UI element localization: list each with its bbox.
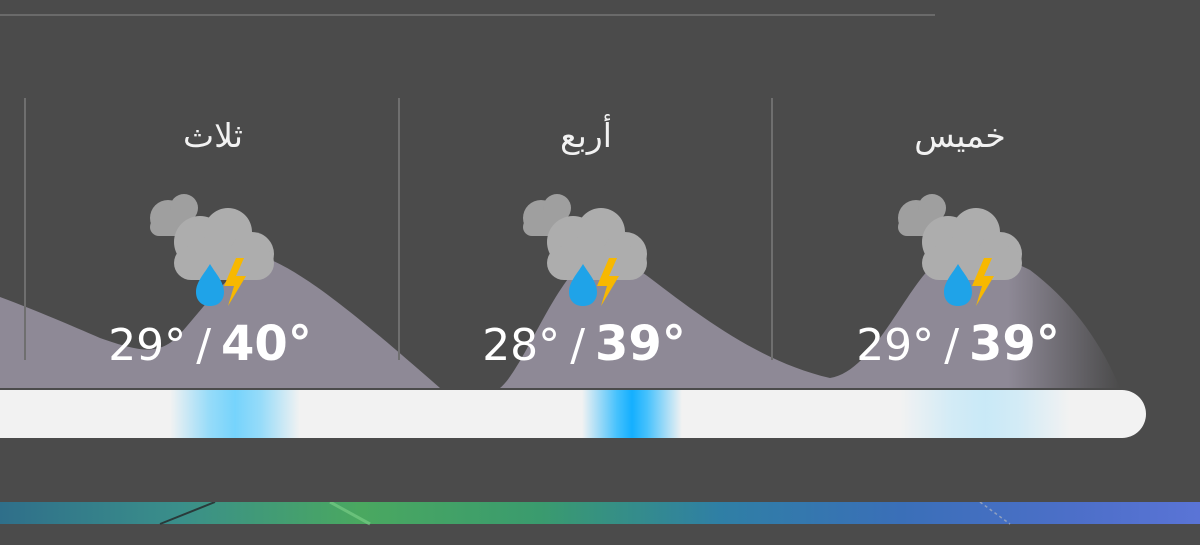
precipitation-marker xyxy=(170,390,300,438)
column-divider xyxy=(771,98,773,360)
temperature-range: 28°/39° xyxy=(424,314,744,376)
temperature-separator: / xyxy=(196,320,212,371)
precipitation-marker xyxy=(582,390,682,438)
weather-forecast-panel: ثلاث 29°/40° أربع 28° / 39° خميس 29° / 3… xyxy=(0,0,1200,545)
column-divider xyxy=(24,98,26,360)
column-divider xyxy=(398,98,400,360)
precipitation-marker xyxy=(900,390,1070,438)
temperature-separator: / xyxy=(944,320,960,371)
high-temperature: 40° xyxy=(221,316,312,372)
thunderstorm-rain-icon xyxy=(523,194,647,306)
temperature-range: 29°/39° xyxy=(798,314,1118,376)
precipitation-bar xyxy=(0,390,1146,438)
high-temperature: 39° xyxy=(969,316,1060,372)
temperature-separator: / xyxy=(570,320,586,371)
temperature-range: 29°/40° xyxy=(50,314,370,376)
day-label: أربع xyxy=(560,116,612,155)
weather-map-strip xyxy=(0,502,1200,545)
low-temperature: 29° xyxy=(856,320,935,371)
thunderstorm-rain-icon xyxy=(150,194,274,306)
low-temperature: 29° xyxy=(108,320,187,371)
day-label: ثلاث xyxy=(183,116,243,155)
low-temperature: 28° xyxy=(482,320,561,371)
high-temperature: 39° xyxy=(595,316,686,372)
thunderstorm-rain-icon xyxy=(898,194,1022,306)
day-label: خميس xyxy=(914,116,1006,155)
